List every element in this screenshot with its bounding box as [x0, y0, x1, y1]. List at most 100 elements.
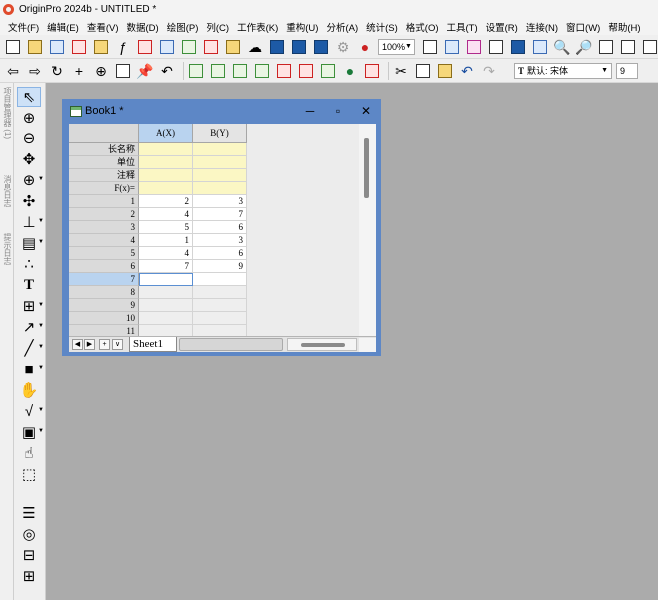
row-number[interactable]: 1: [69, 195, 139, 208]
3d-rotate-icon[interactable]: ⬚: [17, 464, 41, 484]
insert-graph-icon[interactable]: ▣ ▼: [17, 422, 44, 442]
add-sheet-icon[interactable]: +: [99, 339, 110, 350]
select-all-corner[interactable]: [69, 124, 139, 143]
cloud-open-icon[interactable]: ☁: [246, 38, 264, 56]
code-builder-icon[interactable]: [487, 38, 505, 56]
tab-sheet1[interactable]: Sheet1: [129, 337, 177, 352]
save-window-icon[interactable]: [290, 38, 308, 56]
tab-smart-hint-log[interactable]: 提示日志: [1, 233, 13, 265]
row-number[interactable]: 2: [69, 208, 139, 221]
meta-row-label[interactable]: F(x)=: [69, 182, 139, 195]
table-cell[interactable]: 5: [139, 221, 193, 234]
cut-icon[interactable]: ✂: [392, 62, 410, 80]
rectangle-tool-icon[interactable]: ■ ▼: [17, 359, 44, 379]
import-icon[interactable]: [319, 62, 337, 80]
table-cell[interactable]: [193, 273, 247, 286]
meta-row-label[interactable]: 单位: [69, 156, 139, 169]
row-number[interactable]: 11: [69, 325, 139, 336]
menu-view[interactable]: 查看(V): [87, 20, 119, 34]
table-cell[interactable]: 1: [139, 234, 193, 247]
pin-icon[interactable]: 📌: [136, 62, 154, 80]
menu-tools[interactable]: 工具(T): [447, 20, 478, 34]
maximize-icon[interactable]: ▫: [328, 102, 348, 120]
table-cell[interactable]: 7: [139, 260, 193, 273]
new-notes-icon[interactable]: [158, 38, 176, 56]
table-cell[interactable]: 9: [193, 260, 247, 273]
tab-project-explorer[interactable]: 项目管理器 (1): [1, 87, 13, 139]
horizontal-scrollbar[interactable]: [287, 338, 357, 351]
menu-edit[interactable]: 编辑(E): [47, 20, 79, 34]
project-explorer-icon[interactable]: [531, 38, 549, 56]
meta-row-label[interactable]: 长名称: [69, 143, 139, 156]
open-icon[interactable]: [224, 38, 242, 56]
sort-icon[interactable]: [275, 62, 293, 80]
column-header-b[interactable]: B(Y): [193, 124, 247, 143]
annotation-icon[interactable]: ⊥ ▼: [17, 212, 44, 232]
table-cell[interactable]: [139, 182, 193, 195]
grid-icon[interactable]: ⊞: [17, 566, 41, 586]
batch-run-icon[interactable]: ⚙: [334, 38, 352, 56]
align-icon[interactable]: ⊟: [17, 545, 41, 565]
menu-connect[interactable]: 连接(N): [526, 20, 558, 34]
menu-settings[interactable]: 设置(R): [486, 20, 518, 34]
active-cell[interactable]: [139, 273, 193, 286]
row-number[interactable]: 5: [69, 247, 139, 260]
presentation-icon[interactable]: [443, 38, 461, 56]
close-icon[interactable]: ✕: [356, 102, 376, 120]
menu-statistics[interactable]: 统计(S): [366, 20, 398, 34]
menu-data[interactable]: 数据(D): [126, 20, 158, 34]
table-cell[interactable]: [139, 286, 193, 299]
save-template-icon[interactable]: [312, 38, 330, 56]
data-reader-icon[interactable]: ⊕ ▼: [17, 170, 44, 190]
calculator-icon[interactable]: [641, 38, 658, 56]
menu-column[interactable]: 列(C): [206, 20, 229, 34]
new-matrix-icon[interactable]: [92, 38, 110, 56]
row-number[interactable]: 7: [69, 273, 139, 286]
table-cell[interactable]: [139, 143, 193, 156]
row-number[interactable]: 10: [69, 312, 139, 325]
row-number[interactable]: 6: [69, 260, 139, 273]
tab-messages-log[interactable]: 消息日志: [1, 175, 13, 207]
table-cell[interactable]: [193, 312, 247, 325]
copy-icon[interactable]: [414, 62, 432, 80]
undo-history-icon[interactable]: ↶: [158, 62, 176, 80]
menu-analysis[interactable]: 分析(A): [326, 20, 358, 34]
menu-plot[interactable]: 绘图(P): [167, 20, 199, 34]
results-log-icon[interactable]: [509, 38, 527, 56]
line-tool-icon[interactable]: ╱ ▼: [17, 338, 44, 358]
find-icon[interactable]: 🔍: [553, 38, 571, 56]
paste-icon[interactable]: [436, 62, 454, 80]
table-cell[interactable]: [193, 143, 247, 156]
font-size-select[interactable]: 9: [616, 62, 638, 79]
print-icon[interactable]: [421, 38, 439, 56]
table-cell[interactable]: 4: [139, 247, 193, 260]
filter-icon[interactable]: [363, 62, 381, 80]
regional-data-selector-icon[interactable]: ▤ ▼: [17, 233, 44, 253]
row-number[interactable]: 4: [69, 234, 139, 247]
mask-icon[interactable]: [297, 62, 315, 80]
menu-worksheet[interactable]: 工作表(K): [237, 20, 278, 34]
font-select[interactable]: T 默认: 宋体 ▼: [514, 62, 612, 79]
table-cell[interactable]: [193, 156, 247, 169]
recorder-icon[interactable]: ●: [356, 38, 374, 56]
table-cell[interactable]: [139, 156, 193, 169]
menu-window[interactable]: 窗口(W): [566, 20, 600, 34]
redo-icon[interactable]: ↷: [480, 62, 498, 80]
new-graph-icon[interactable]: [70, 38, 88, 56]
back-icon[interactable]: ⇦: [4, 62, 22, 80]
meta-row-label[interactable]: 注释: [69, 169, 139, 182]
new-project-icon[interactable]: [4, 38, 22, 56]
table-cell[interactable]: [139, 299, 193, 312]
undo-icon[interactable]: ↶: [458, 62, 476, 80]
resize-grip-icon[interactable]: [359, 338, 376, 352]
target-icon[interactable]: ◎: [17, 524, 41, 544]
table-cell[interactable]: [193, 299, 247, 312]
notes-window-icon[interactable]: [619, 38, 637, 56]
pointer-tool-icon[interactable]: ⇖: [17, 87, 41, 107]
table-cell[interactable]: 6: [193, 221, 247, 234]
crop-icon[interactable]: [114, 62, 132, 80]
workbook-titlebar[interactable]: Book1 * ─ ▫ ✕: [62, 99, 381, 123]
row-number[interactable]: 3: [69, 221, 139, 234]
scrollbar-thumb[interactable]: [364, 138, 369, 198]
zoom-out-icon[interactable]: ⊖: [17, 128, 41, 148]
